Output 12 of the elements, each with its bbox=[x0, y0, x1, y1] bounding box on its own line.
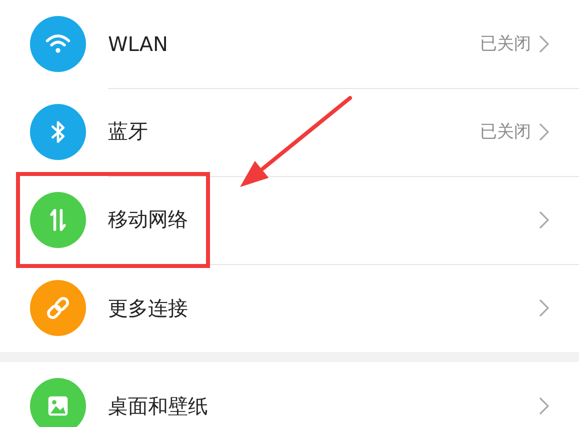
setting-title[interactable]: 桌面和壁纸 bbox=[108, 392, 539, 420]
status-text: 已关闭 bbox=[480, 33, 531, 55]
setting-title[interactable]: 更多连接 bbox=[108, 294, 539, 322]
chevron-right-icon[interactable] bbox=[539, 34, 549, 52]
chevron-right-icon[interactable] bbox=[539, 397, 549, 415]
setting-title[interactable]: WLAN bbox=[108, 32, 480, 56]
setting-title[interactable]: 移动网络 bbox=[108, 206, 539, 233]
chevron-right-icon[interactable] bbox=[539, 210, 549, 228]
status-text: 已关闭 bbox=[480, 121, 531, 143]
chevron-right-icon[interactable] bbox=[539, 299, 549, 317]
chevron-right-icon[interactable] bbox=[539, 122, 549, 140]
setting-title[interactable]: 蓝牙 bbox=[108, 118, 480, 145]
